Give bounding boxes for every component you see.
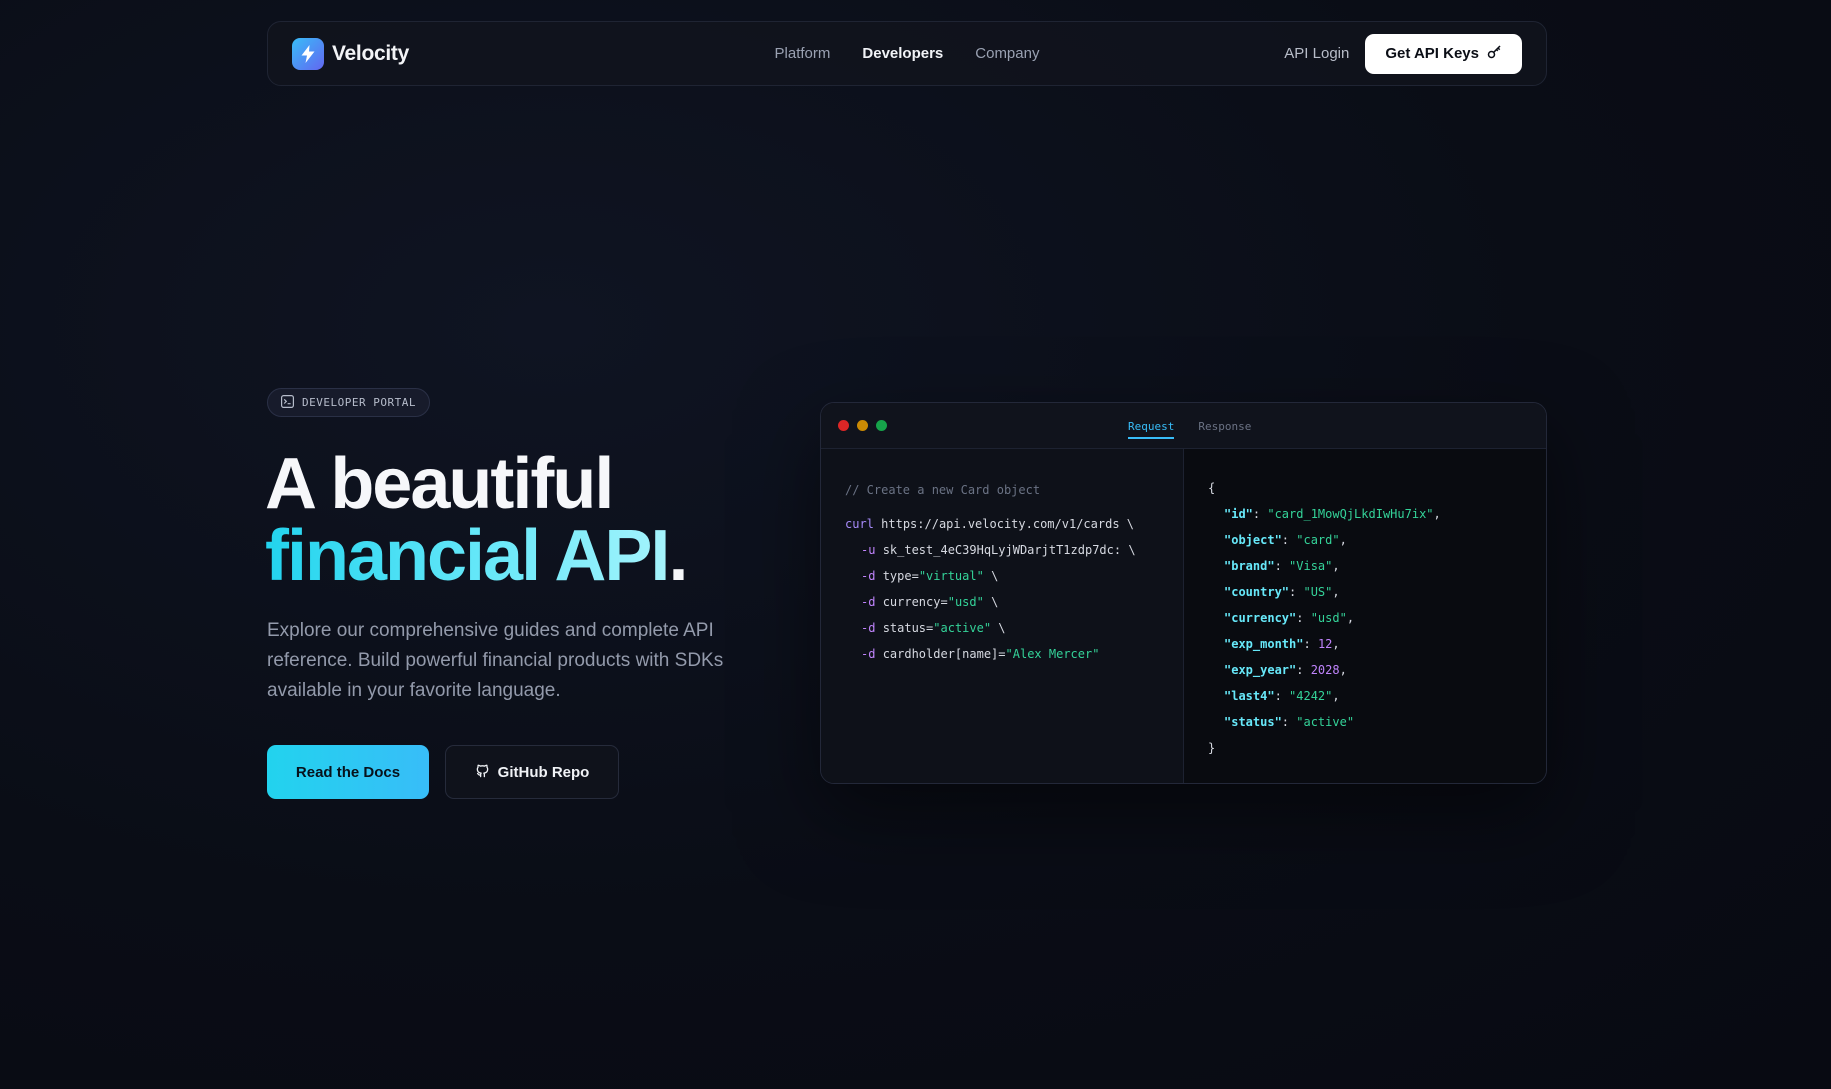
curl-keyword: curl — [845, 517, 874, 531]
json-key: "last4" — [1224, 689, 1275, 703]
code-tabs: Request Response — [1128, 403, 1251, 449]
user-flag: -u — [861, 543, 876, 557]
json-field: "last4": "4242", — [1224, 689, 1340, 703]
request-url: https://api.velocity.com/v1/cards \ — [881, 517, 1135, 531]
json-key: "brand" — [1224, 559, 1275, 573]
json-field: "exp_year": 2028, — [1224, 663, 1347, 677]
headline-period: . — [668, 516, 688, 596]
json-value: "card" — [1296, 533, 1340, 547]
read-docs-button[interactable]: Read the Docs — [267, 745, 429, 799]
request-pane: // Create a new Card object curl https:/… — [821, 449, 1184, 783]
request-param-line: -d status="active" \ — [845, 615, 1159, 641]
json-key: "object" — [1224, 533, 1282, 547]
json-key: "exp_month" — [1224, 637, 1304, 651]
top-navbar: Velocity Platform Developers Company API… — [267, 21, 1547, 86]
json-comma: , — [1332, 585, 1340, 599]
tab-response[interactable]: Response — [1198, 403, 1251, 449]
github-repo-label: GitHub Repo — [497, 763, 590, 781]
json-value: "Visa" — [1289, 559, 1333, 573]
api-login-link[interactable]: API Login — [1284, 45, 1349, 62]
tab-request[interactable]: Request — [1128, 403, 1175, 449]
json-key: "exp_year" — [1224, 663, 1297, 677]
json-comma: , — [1332, 689, 1340, 703]
json-comma: , — [1346, 611, 1355, 625]
request-curl-line: curl https://api.velocity.com/v1/cards \ — [845, 511, 1159, 537]
json-field: "exp_month": 12, — [1224, 637, 1340, 651]
hero-headline: A beautiful financial API. — [265, 448, 688, 592]
github-icon — [475, 763, 490, 782]
user-value: sk_test_4eC39HqLyjWDarjtT1zdp7dc: \ — [882, 543, 1136, 557]
get-api-keys-label: Get API Keys — [1385, 45, 1479, 62]
lightning-icon — [292, 37, 324, 70]
window-titlebar: Request Response — [821, 403, 1546, 449]
key-icon — [1487, 44, 1502, 63]
param-flag: -d — [861, 595, 876, 609]
param-flag: -d — [861, 621, 876, 635]
json-field: "status": "active" — [1224, 715, 1355, 729]
maximize-dot-icon — [876, 420, 887, 431]
json-close-brace: } — [1208, 741, 1216, 755]
json-value: "usd" — [1310, 611, 1347, 625]
param-tail: \ — [983, 569, 999, 583]
param-key: currency= — [882, 595, 948, 609]
json-comma: , — [1339, 533, 1347, 547]
json-value: 2028 — [1310, 663, 1340, 677]
json-field: "id": "card_1MowQjLkdIwHu7ix", — [1224, 507, 1441, 521]
nav-link-developers[interactable]: Developers — [862, 45, 943, 62]
param-tail: \ — [983, 595, 999, 609]
minimize-dot-icon — [857, 420, 868, 431]
param-key: status= — [882, 621, 934, 635]
param-value: "virtual" — [918, 569, 984, 583]
json-field: "currency": "usd", — [1224, 611, 1355, 625]
nav-link-company[interactable]: Company — [975, 45, 1039, 62]
json-value: 12 — [1317, 637, 1333, 651]
json-comma: , — [1332, 559, 1340, 573]
param-key: type= — [882, 569, 919, 583]
param-flag: -d — [861, 647, 876, 661]
json-field: "brand": "Visa", — [1224, 559, 1340, 573]
code-window: Request Response // Create a new Card ob… — [820, 402, 1547, 784]
json-comma: , — [1433, 507, 1441, 521]
json-field: "country": "US", — [1224, 585, 1340, 599]
param-flag: -d — [861, 569, 876, 583]
json-key: "status" — [1224, 715, 1282, 729]
hero-subtext: Explore our comprehensive guides and com… — [267, 620, 724, 701]
json-value: "US" — [1303, 585, 1333, 599]
request-comment: // Create a new Card object — [845, 483, 1041, 497]
param-key: cardholder[name]= — [882, 647, 1006, 661]
json-key: "currency" — [1224, 611, 1297, 625]
terminal-icon — [281, 394, 295, 411]
response-pane: { "id": "card_1MowQjLkdIwHu7ix", "object… — [1184, 449, 1546, 783]
param-tail: \ — [991, 621, 1006, 635]
badge-label: DEVELOPER PORTAL — [302, 396, 416, 409]
code-panes: // Create a new Card object curl https:/… — [821, 449, 1546, 783]
json-value: "4242" — [1289, 689, 1333, 703]
json-open-brace: { — [1208, 481, 1216, 495]
json-comma: , — [1339, 663, 1347, 677]
nav-actions: API Login Get API Keys — [1284, 33, 1522, 74]
request-user-line: -u sk_test_4eC39HqLyjWDarjtT1zdp7dc: \ — [845, 537, 1159, 563]
get-api-keys-button[interactable]: Get API Keys — [1365, 33, 1522, 74]
json-key: "id" — [1224, 507, 1253, 521]
json-key: "country" — [1224, 585, 1290, 599]
brand-logo[interactable]: Velocity — [292, 37, 409, 70]
developer-portal-badge: DEVELOPER PORTAL — [267, 388, 430, 417]
request-param-line: -d type="virtual" \ — [845, 563, 1159, 589]
headline-accent: financial API — [265, 516, 670, 596]
param-value: "Alex Mercer" — [1005, 647, 1100, 661]
nav-link-platform[interactable]: Platform — [775, 45, 831, 62]
github-repo-button[interactable]: GitHub Repo — [445, 745, 619, 799]
json-field: "object": "card", — [1224, 533, 1347, 547]
request-param-line: -d currency="usd" \ — [845, 589, 1159, 615]
json-comma: , — [1332, 637, 1340, 651]
brand-name: Velocity — [332, 41, 409, 65]
request-param-line: -d cardholder[name]="Alex Mercer" — [845, 641, 1159, 667]
headline-line1: A beautiful — [265, 444, 614, 524]
json-value: "active" — [1296, 715, 1355, 729]
param-value: "usd" — [947, 595, 984, 609]
json-value: "card_1MowQjLkdIwHu7ix" — [1267, 507, 1434, 521]
close-dot-icon — [838, 420, 849, 431]
param-value: "active" — [933, 621, 992, 635]
nav-links: Platform Developers Company — [775, 45, 1040, 62]
